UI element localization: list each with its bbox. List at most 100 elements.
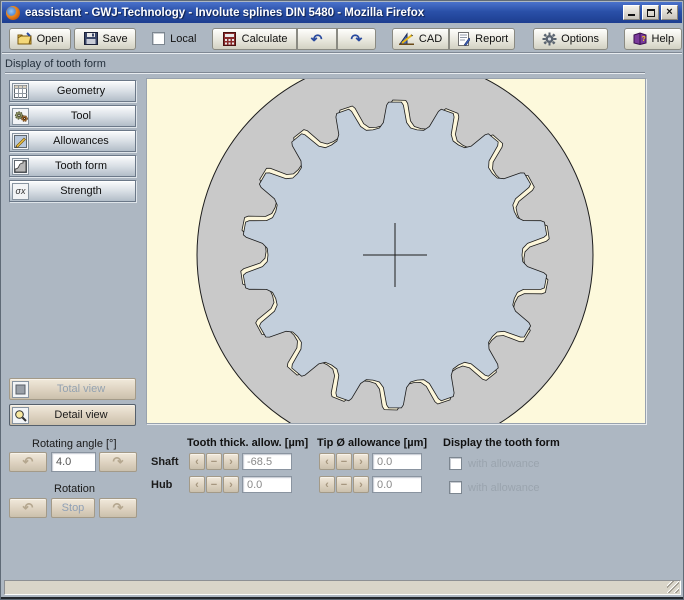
- sidebar-item-label: Geometry: [29, 85, 133, 97]
- spinner-minus-button[interactable]: −: [206, 453, 222, 470]
- svg-text:?: ?: [641, 36, 645, 43]
- with-allowance-checkbox-1[interactable]: [449, 457, 462, 470]
- tooth-form-canvas[interactable]: [146, 78, 646, 424]
- title-bar: eassistant - GWJ-Technology - Involute s…: [2, 2, 682, 23]
- rotation-cw-button[interactable]: ↷: [99, 498, 137, 518]
- detail-view-button[interactable]: Detail view: [9, 404, 136, 426]
- local-checkbox-label: Local: [170, 33, 196, 45]
- help-book-icon: ?: [632, 31, 648, 47]
- spinner-prev-button[interactable]: ‹: [189, 453, 205, 470]
- hub-tooth-thick-spinner: ‹ − ›: [189, 476, 239, 493]
- spinner-minus-button[interactable]: −: [336, 476, 352, 493]
- local-checkbox[interactable]: [152, 32, 165, 45]
- rotating-angle-value: 4.0: [56, 456, 71, 468]
- detail-view-label: Detail view: [29, 409, 133, 421]
- local-checkbox-group[interactable]: Local: [152, 32, 196, 45]
- calculate-button[interactable]: Calculate: [212, 28, 296, 50]
- rotate-ccw-icon: ↶: [23, 454, 34, 470]
- application-window: eassistant - GWJ-Technology - Involute s…: [0, 0, 684, 600]
- rotate-cw-icon: ↷: [113, 454, 124, 470]
- geometry-grid-icon: [12, 83, 29, 100]
- hub-tip-field[interactable]: 0.0: [372, 476, 422, 493]
- report-document-icon: [455, 31, 471, 47]
- cad-button-label: CAD: [419, 33, 442, 45]
- spinner-next-button[interactable]: ›: [353, 476, 369, 493]
- total-view-button[interactable]: Total view: [9, 378, 136, 400]
- rotation-ccw-button[interactable]: ↶: [9, 498, 47, 518]
- undo-button[interactable]: ↶: [297, 28, 337, 50]
- spinner-minus-icon: −: [211, 456, 217, 468]
- minimize-icon: [628, 14, 635, 16]
- rotate-ccw-icon: ↶: [23, 500, 34, 516]
- tool-gears-icon: [12, 108, 29, 125]
- minimize-button[interactable]: [623, 5, 640, 20]
- hub-tip-spinner: ‹ − ›: [319, 476, 369, 493]
- rotate-angle-ccw-button[interactable]: ↶: [9, 452, 47, 472]
- save-floppy-icon: [83, 31, 99, 47]
- sidebar-item-tool[interactable]: Tool: [9, 105, 136, 127]
- window-title: eassistant - GWJ-Technology - Involute s…: [25, 7, 623, 19]
- spinner-next-icon: ›: [359, 479, 363, 491]
- rotation-stop-button[interactable]: Stop: [51, 498, 95, 518]
- spinner-next-button[interactable]: ›: [353, 453, 369, 470]
- sidebar-item-tooth-form[interactable]: Tooth form: [9, 155, 136, 177]
- spinner-prev-button[interactable]: ‹: [319, 476, 335, 493]
- rotate-angle-cw-button[interactable]: ↷: [99, 452, 137, 472]
- spinner-next-button[interactable]: ›: [223, 453, 239, 470]
- sidebar-item-label: Tool: [29, 110, 133, 122]
- sidebar-item-strength[interactable]: σx Strength: [9, 180, 136, 202]
- status-bar: [4, 580, 681, 595]
- spinner-next-button[interactable]: ›: [223, 476, 239, 493]
- maximize-button[interactable]: [642, 5, 659, 20]
- hub-row-label: Hub: [151, 479, 172, 491]
- total-view-label: Total view: [29, 383, 133, 395]
- options-button-label: Options: [561, 33, 599, 45]
- with-allowance-checkbox-2[interactable]: [449, 481, 462, 494]
- rotating-angle-label: Rotating angle [°]: [32, 438, 117, 450]
- shaft-tooth-thick-field[interactable]: -68.5: [242, 453, 292, 470]
- sidebar-item-label: Strength: [29, 185, 133, 197]
- spinner-minus-button[interactable]: −: [336, 453, 352, 470]
- sidebar-item-geometry[interactable]: Geometry: [9, 80, 136, 102]
- shaft-tooth-thick-value: -68.5: [247, 456, 272, 468]
- hub-tip-value: 0.0: [377, 479, 392, 491]
- cad-button[interactable]: CAD: [392, 28, 448, 50]
- help-button[interactable]: ? Help: [624, 28, 682, 50]
- rotating-angle-input[interactable]: 4.0: [51, 452, 96, 472]
- open-folder-icon: [17, 31, 33, 47]
- shaft-tip-field[interactable]: 0.0: [372, 453, 422, 470]
- spinner-next-icon: ›: [229, 456, 233, 468]
- with-allowance-checkbox-row-2[interactable]: with allowance: [449, 481, 540, 494]
- total-view-icon: [12, 381, 29, 398]
- resize-grip-icon[interactable]: [667, 581, 679, 593]
- redo-icon: ↷: [351, 32, 363, 46]
- hub-tooth-thick-value: 0.0: [247, 479, 262, 491]
- hub-tooth-thick-field[interactable]: 0.0: [242, 476, 292, 493]
- display-tooth-form-header: Display the tooth form: [443, 437, 560, 449]
- save-button[interactable]: Save: [74, 28, 136, 50]
- spinner-minus-icon: −: [211, 479, 217, 491]
- open-button[interactable]: Open: [9, 28, 71, 50]
- sidebar-item-label: Tooth form: [29, 160, 133, 172]
- close-button[interactable]: ×: [661, 5, 678, 20]
- report-button-label: Report: [475, 33, 508, 45]
- redo-button[interactable]: ↷: [337, 28, 377, 50]
- shaft-tooth-thick-spinner: ‹ − ›: [189, 453, 239, 470]
- spinner-prev-button[interactable]: ‹: [319, 453, 335, 470]
- gear-drawing: [147, 79, 645, 423]
- window-controls: ×: [623, 5, 678, 20]
- maximize-icon: [647, 9, 655, 17]
- save-button-label: Save: [103, 33, 128, 45]
- detail-view-magnifier-icon: [12, 407, 29, 424]
- spinner-minus-button[interactable]: −: [206, 476, 222, 493]
- options-button[interactable]: Options: [533, 28, 608, 50]
- tooth-form-curve-icon: [12, 158, 29, 175]
- with-allowance-checkbox-row-1[interactable]: with allowance: [449, 457, 540, 470]
- sidebar-item-allowances[interactable]: Allowances: [9, 130, 136, 152]
- spinner-prev-button[interactable]: ‹: [189, 476, 205, 493]
- section-divider: [5, 72, 645, 74]
- sidebar-item-label: Allowances: [29, 135, 133, 147]
- report-button[interactable]: Report: [449, 28, 515, 50]
- close-icon: ×: [666, 6, 672, 19]
- calculate-button-label: Calculate: [242, 33, 288, 45]
